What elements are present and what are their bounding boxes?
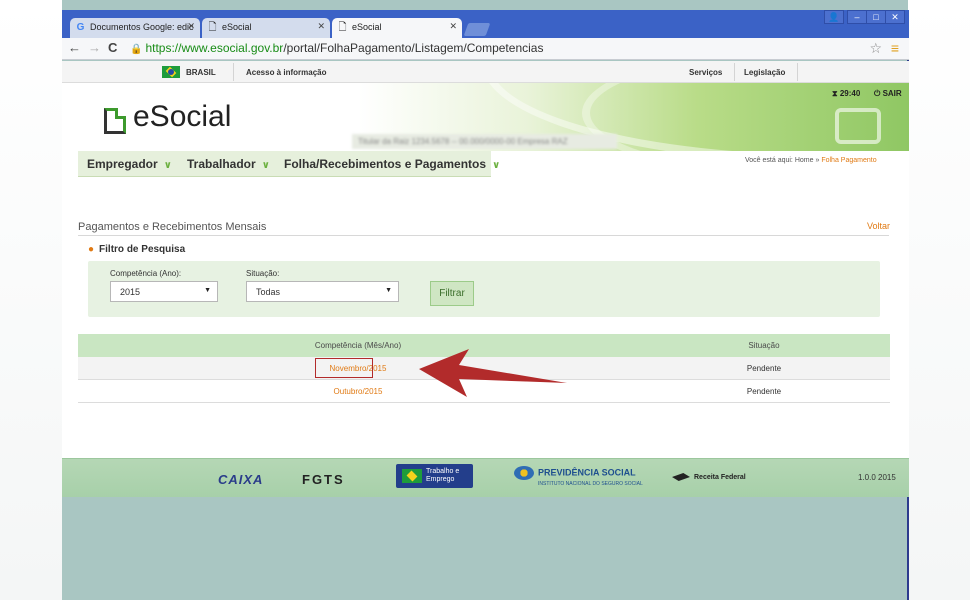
tab-esocial-active[interactable]: 🗋 eSocial ✕ [332, 18, 462, 38]
back-link[interactable]: Voltar [867, 221, 890, 231]
year-label: Competência (Ano): [110, 269, 182, 278]
url-host: www.esocial.gov.br [181, 41, 284, 55]
chevron-down-icon: ∨ [492, 160, 501, 171]
new-tab-button[interactable] [463, 23, 491, 36]
chevron-down-icon: ∨ [261, 160, 270, 171]
hourglass-icon: ⧗ [832, 89, 838, 98]
address-bar[interactable]: 🔒 https://www.esocial.gov.br/portal/Folha… [130, 41, 543, 55]
breadcrumb-home[interactable]: Home [795, 157, 814, 164]
forward-arrow-icon[interactable]: → [88, 40, 101, 55]
esocial-logo[interactable]: eSocial [133, 100, 231, 134]
column-header-status: Situação [748, 341, 780, 350]
decorative-shape [835, 108, 881, 144]
divider [78, 235, 889, 236]
page-icon: 🗋 [208, 22, 217, 33]
browser-toolbar: ← → C 🔒 https://www.esocial.gov.br/portal… [62, 38, 909, 60]
previdencia-logo[interactable]: PREVIDÊNCIA SOCIAL INSTITUTO NACIONAL DO… [514, 466, 643, 487]
legislation-link[interactable]: Legislação [744, 68, 785, 77]
receita-federal-logo[interactable]: Receita Federal [672, 473, 746, 481]
tab-label: eSocial [222, 22, 252, 32]
filter-title: ● Filtro de Pesquisa [88, 244, 186, 255]
site-header: eSocial Titular da Raiz 1234.5678 -- 00.… [62, 83, 909, 151]
tab-esocial-1[interactable]: 🗋 eSocial ✕ [202, 18, 330, 38]
menu-empregador[interactable]: Empregador ∨ [87, 157, 172, 171]
filter-panel: Competência (Ano): 2015 ▼ Situação: Todas… [88, 261, 880, 317]
logout-button[interactable]: ⏻ SAIR [874, 89, 902, 99]
google-icon: G [76, 22, 85, 33]
status-cell: Pendente [746, 364, 782, 373]
status-cell: Pendente [746, 387, 782, 396]
browser-titlebar: G Documentos Google: edic ✕ 🗋 eSocial ✕ … [62, 10, 909, 38]
menu-trabalhador[interactable]: Trabalhador ∨ [187, 157, 270, 171]
minimize-button[interactable]: – [847, 10, 867, 24]
brazil-flag-icon [402, 469, 422, 483]
menu-folha[interactable]: Folha/Recebimentos e Pagamentos ∨ [284, 157, 500, 171]
brazil-flag-icon [162, 66, 180, 78]
annotation-arrow [419, 349, 567, 397]
dropdown-arrow-icon: ▼ [204, 287, 211, 294]
year-select[interactable]: 2015 ▼ [110, 281, 218, 302]
maximize-button[interactable]: □ [866, 10, 886, 24]
reload-icon[interactable]: C [108, 40, 117, 55]
services-link[interactable]: Serviços [689, 68, 722, 77]
close-icon[interactable]: ✕ [449, 21, 457, 32]
receita-icon [670, 473, 693, 481]
fgts-logo[interactable]: FGTS [302, 472, 345, 487]
web-page: BRASIL Acesso à informação Serviços Legi… [62, 61, 909, 497]
status-select[interactable]: Todas ▼ [246, 281, 399, 302]
page-icon: 🗋 [338, 22, 347, 33]
user-icon[interactable]: 👤 [824, 10, 844, 24]
browser-window: G Documentos Google: edic ✕ 🗋 eSocial ✕ … [62, 10, 909, 600]
page-title: Pagamentos e Recebimentos Mensais [78, 221, 267, 233]
tab-documentos[interactable]: G Documentos Google: edic ✕ [70, 18, 200, 38]
breadcrumb-current: Folha Pagamento [821, 157, 877, 164]
tab-label: Documentos Google: edic [90, 22, 194, 32]
outer-right-margin [908, 0, 970, 600]
main-menu: Empregador ∨ Trabalhador ∨ Folha/Recebimen… [78, 151, 500, 177]
filter-button[interactable]: Filtrar [430, 281, 474, 306]
session-timer: ⧗ 29:40 [832, 89, 861, 98]
dropdown-arrow-icon: ▼ [385, 287, 392, 294]
status-label: Situação: [246, 269, 280, 278]
outer-left-margin [0, 0, 62, 600]
previdencia-icon [514, 466, 534, 480]
employer-info-blurred: Titular da Raiz 1234.5678 -- 00.000/0000… [352, 134, 617, 149]
breadcrumb: Você está aqui: Home » Folha Pagamento [745, 157, 877, 164]
tab-label: eSocial [352, 22, 382, 32]
url-scheme: https:// [145, 41, 182, 55]
power-icon: ⏻ [874, 89, 881, 98]
footer: CAIXA FGTS Trabalho e Emprego PREVIDÊNCIA… [62, 458, 909, 497]
bookmark-star-icon[interactable]: ☆ [869, 40, 882, 57]
window-close-button[interactable]: ✕ [885, 10, 905, 24]
back-arrow-icon[interactable]: ← [68, 40, 81, 55]
gov-brasil-link[interactable]: BRASIL [186, 68, 216, 77]
mte-logo[interactable]: Trabalho e Emprego [396, 464, 473, 488]
annotation-highlight-box [315, 358, 373, 378]
version-label: 1.0.0 2015 [858, 473, 896, 482]
caixa-logo[interactable]: CAIXA [218, 472, 263, 487]
menu-icon[interactable]: ≡ [891, 40, 899, 56]
url-path: /portal/FolhaPagamento/Listagem/Competen… [283, 41, 544, 55]
close-icon[interactable]: ✕ [187, 21, 195, 32]
access-info-link[interactable]: Acesso à informação [246, 68, 326, 77]
esocial-logo-icon [104, 108, 126, 134]
gov-bar: BRASIL Acesso à informação Serviços Legi… [62, 61, 909, 83]
lock-icon: 🔒 [130, 44, 143, 55]
close-icon[interactable]: ✕ [317, 21, 325, 32]
chevron-down-icon: ∨ [163, 160, 172, 171]
